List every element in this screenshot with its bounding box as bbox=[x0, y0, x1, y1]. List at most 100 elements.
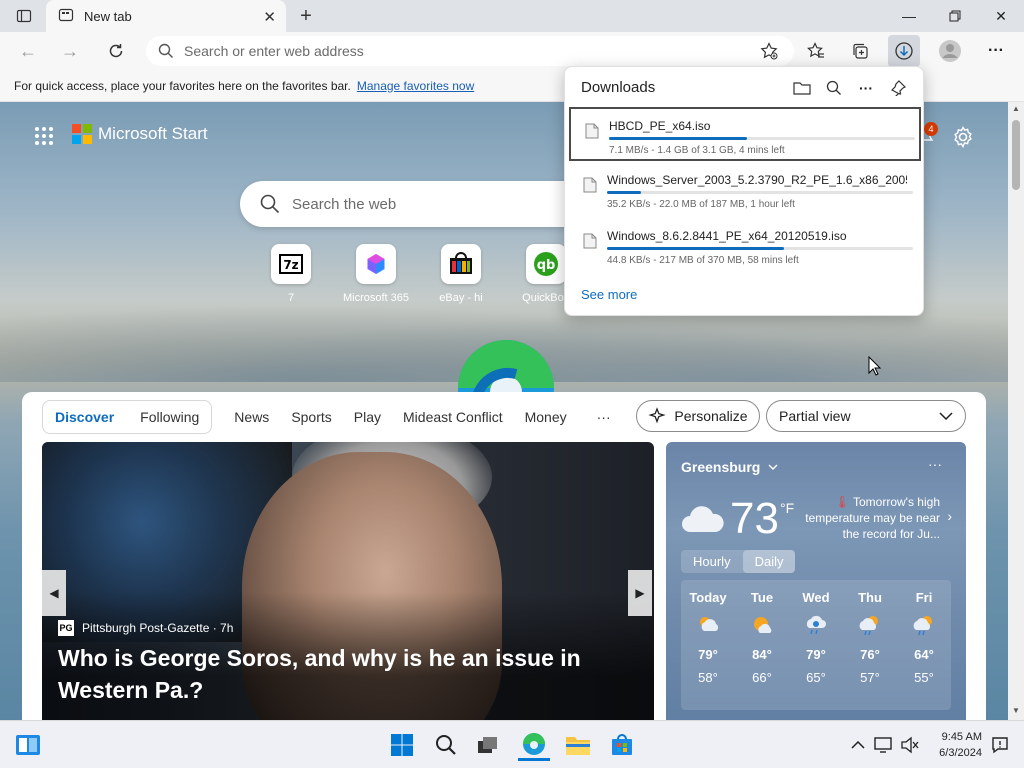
current-temperature: 73 bbox=[730, 494, 779, 543]
scroll-up-icon[interactable]: ▲ bbox=[1012, 104, 1020, 113]
news-headline[interactable]: Who is George Soros, and why is he an is… bbox=[58, 642, 618, 706]
hero-news-card[interactable]: ◀ ▶ PG Pittsburgh Post-Gazette · 7h Who … bbox=[42, 442, 654, 720]
tab-new-tab[interactable]: New tab ✕ bbox=[46, 0, 286, 32]
microsoft-logo-icon bbox=[72, 124, 92, 144]
weather-alert-text[interactable]: 🌡 Tomorrow's high temperature may be nea… bbox=[804, 494, 940, 542]
download-progress-fill bbox=[607, 247, 785, 250]
quick-link-ebay[interactable]: eBay - hi bbox=[426, 244, 496, 304]
widgets-icon[interactable] bbox=[12, 729, 44, 761]
back-button[interactable]: ← bbox=[14, 37, 42, 65]
download-progress-bar bbox=[609, 137, 915, 140]
forecast-high: 64° bbox=[914, 647, 934, 662]
forward-button[interactable]: → bbox=[56, 37, 84, 65]
profile-avatar[interactable] bbox=[934, 35, 966, 67]
close-window-button[interactable]: ✕ bbox=[978, 0, 1024, 32]
weather-more-icon[interactable]: ··· bbox=[928, 456, 942, 472]
forecast-day-label: Fri bbox=[915, 590, 933, 605]
download-status: 44.8 KB/s - 217 MB of 370 MB, 58 mins le… bbox=[607, 255, 799, 266]
task-view-icon[interactable] bbox=[472, 729, 504, 761]
forecast-high: 76° bbox=[860, 647, 880, 662]
download-progress-bar bbox=[607, 247, 913, 250]
toolbar: ← → Search or enter web address ··· bbox=[0, 32, 1024, 70]
download-item[interactable]: Windows_8.6.2.8441_PE_x64_20120519.iso 4… bbox=[569, 219, 921, 273]
edge-taskbar-icon[interactable] bbox=[518, 729, 550, 761]
quick-link-label: eBay - hi bbox=[439, 292, 483, 304]
manage-favorites-link[interactable]: Manage favorites now bbox=[357, 79, 474, 93]
forecast-low: 66° bbox=[752, 670, 772, 685]
quick-link-7zip[interactable]: 7z 7 bbox=[256, 244, 326, 304]
forecast-low: 55° bbox=[914, 670, 934, 685]
nav-news[interactable]: News bbox=[234, 409, 269, 425]
more-options-icon[interactable]: ··· bbox=[855, 77, 877, 99]
nav-mideast-conflict[interactable]: Mideast Conflict bbox=[403, 409, 503, 425]
forecast-day[interactable]: Tue 84° 66° bbox=[735, 580, 789, 710]
address-bar[interactable]: Search or enter web address bbox=[146, 36, 794, 66]
page-settings-icon[interactable] bbox=[950, 124, 976, 150]
downloads-button[interactable] bbox=[888, 35, 920, 67]
title-bar: New tab ✕ + — ✕ bbox=[0, 0, 1024, 32]
forecast-day[interactable]: Wed 79° 65° bbox=[789, 580, 843, 710]
nav-play[interactable]: Play bbox=[354, 409, 381, 425]
downloads-title: Downloads bbox=[581, 79, 656, 96]
thermometer-icon: 🌡 bbox=[834, 495, 850, 509]
see-more-link[interactable]: See more bbox=[581, 287, 637, 302]
quick-link-microsoft-365[interactable]: Microsoft 365 bbox=[341, 244, 411, 304]
view-mode-dropdown[interactable]: Partial view bbox=[766, 400, 966, 432]
source-logo-icon: PG bbox=[58, 620, 74, 636]
forecast-day[interactable]: Today 79° 58° bbox=[681, 580, 735, 710]
start-button-icon[interactable] bbox=[386, 729, 418, 761]
tab-actions-icon[interactable] bbox=[10, 0, 38, 32]
mouse-cursor-icon bbox=[868, 355, 882, 379]
file-icon bbox=[585, 123, 599, 142]
page-scrollbar[interactable]: ▲ ▼ bbox=[1008, 102, 1024, 720]
collections-icon[interactable] bbox=[844, 35, 876, 67]
svg-text:qb: qb bbox=[537, 258, 556, 273]
search-icon bbox=[158, 43, 174, 59]
feed-toggle: Discover Following bbox=[42, 400, 213, 434]
address-placeholder: Search or enter web address bbox=[184, 43, 364, 59]
tab-hourly[interactable]: Hourly bbox=[681, 550, 743, 573]
weather-location[interactable]: Greensburg bbox=[681, 459, 778, 475]
forecast-tabs: Hourly Daily bbox=[681, 550, 796, 573]
microsoft-store-icon[interactable] bbox=[606, 729, 638, 761]
forecast-day[interactable]: Fri 64° 55° bbox=[897, 580, 951, 710]
download-item[interactable]: HBCD_PE_x64.iso 7.1 MB/s - 1.4 GB of 3.1… bbox=[569, 107, 921, 161]
nav-money[interactable]: Money bbox=[525, 409, 567, 425]
restore-button[interactable] bbox=[932, 0, 978, 32]
nav-sports[interactable]: Sports bbox=[291, 409, 331, 425]
scroll-down-icon[interactable]: ▼ bbox=[1012, 706, 1020, 715]
tab-discover[interactable]: Discover bbox=[55, 409, 114, 425]
add-favorite-icon[interactable] bbox=[760, 42, 778, 60]
close-tab-icon[interactable]: ✕ bbox=[263, 8, 276, 26]
favorites-icon[interactable] bbox=[800, 35, 832, 67]
carousel-next-button[interactable]: ▶ bbox=[628, 570, 652, 616]
notification-center-icon[interactable] bbox=[984, 729, 1016, 761]
scrollbar-thumb[interactable] bbox=[1012, 120, 1020, 190]
download-item[interactable]: Windows_Server_2003_5.2.3790_R2_PE_1.6_x… bbox=[569, 163, 921, 217]
new-tab-plus-icon[interactable]: + bbox=[292, 0, 320, 32]
taskbar-clock[interactable]: 9:45 AM 6/3/2024 bbox=[922, 729, 982, 761]
pin-icon[interactable] bbox=[887, 77, 909, 99]
minimize-button[interactable]: — bbox=[886, 0, 932, 32]
open-folder-icon[interactable] bbox=[791, 77, 813, 99]
forecast-high: 84° bbox=[752, 647, 772, 662]
forecast-day-label: Today bbox=[689, 590, 727, 605]
forecast-day[interactable]: Thu 76° 57° bbox=[843, 580, 897, 710]
view-mode-value: Partial view bbox=[779, 408, 851, 424]
search-downloads-icon[interactable] bbox=[823, 77, 845, 99]
tab-daily[interactable]: Daily bbox=[742, 550, 796, 573]
tab-following[interactable]: Following bbox=[140, 409, 199, 425]
carousel-prev-button[interactable]: ◀ bbox=[42, 570, 66, 616]
nav-more-icon[interactable]: ··· bbox=[597, 409, 611, 425]
chevron-right-icon[interactable]: › bbox=[947, 508, 952, 524]
file-explorer-icon[interactable] bbox=[562, 729, 594, 761]
settings-and-more-icon[interactable]: ··· bbox=[980, 35, 1012, 67]
notification-badge: 4 bbox=[924, 122, 938, 136]
apps-launcher-icon[interactable] bbox=[34, 126, 54, 149]
refresh-button[interactable] bbox=[102, 37, 130, 65]
microsoft-start-logo[interactable]: Microsoft Start bbox=[72, 124, 208, 144]
taskbar-search-icon[interactable] bbox=[430, 729, 462, 761]
personalize-button[interactable]: Personalize bbox=[636, 400, 760, 432]
forecast-low: 58° bbox=[698, 670, 718, 685]
weather-card[interactable]: Greensburg ··· 73 °F 🌡 Tomorrow's high t… bbox=[666, 442, 966, 720]
